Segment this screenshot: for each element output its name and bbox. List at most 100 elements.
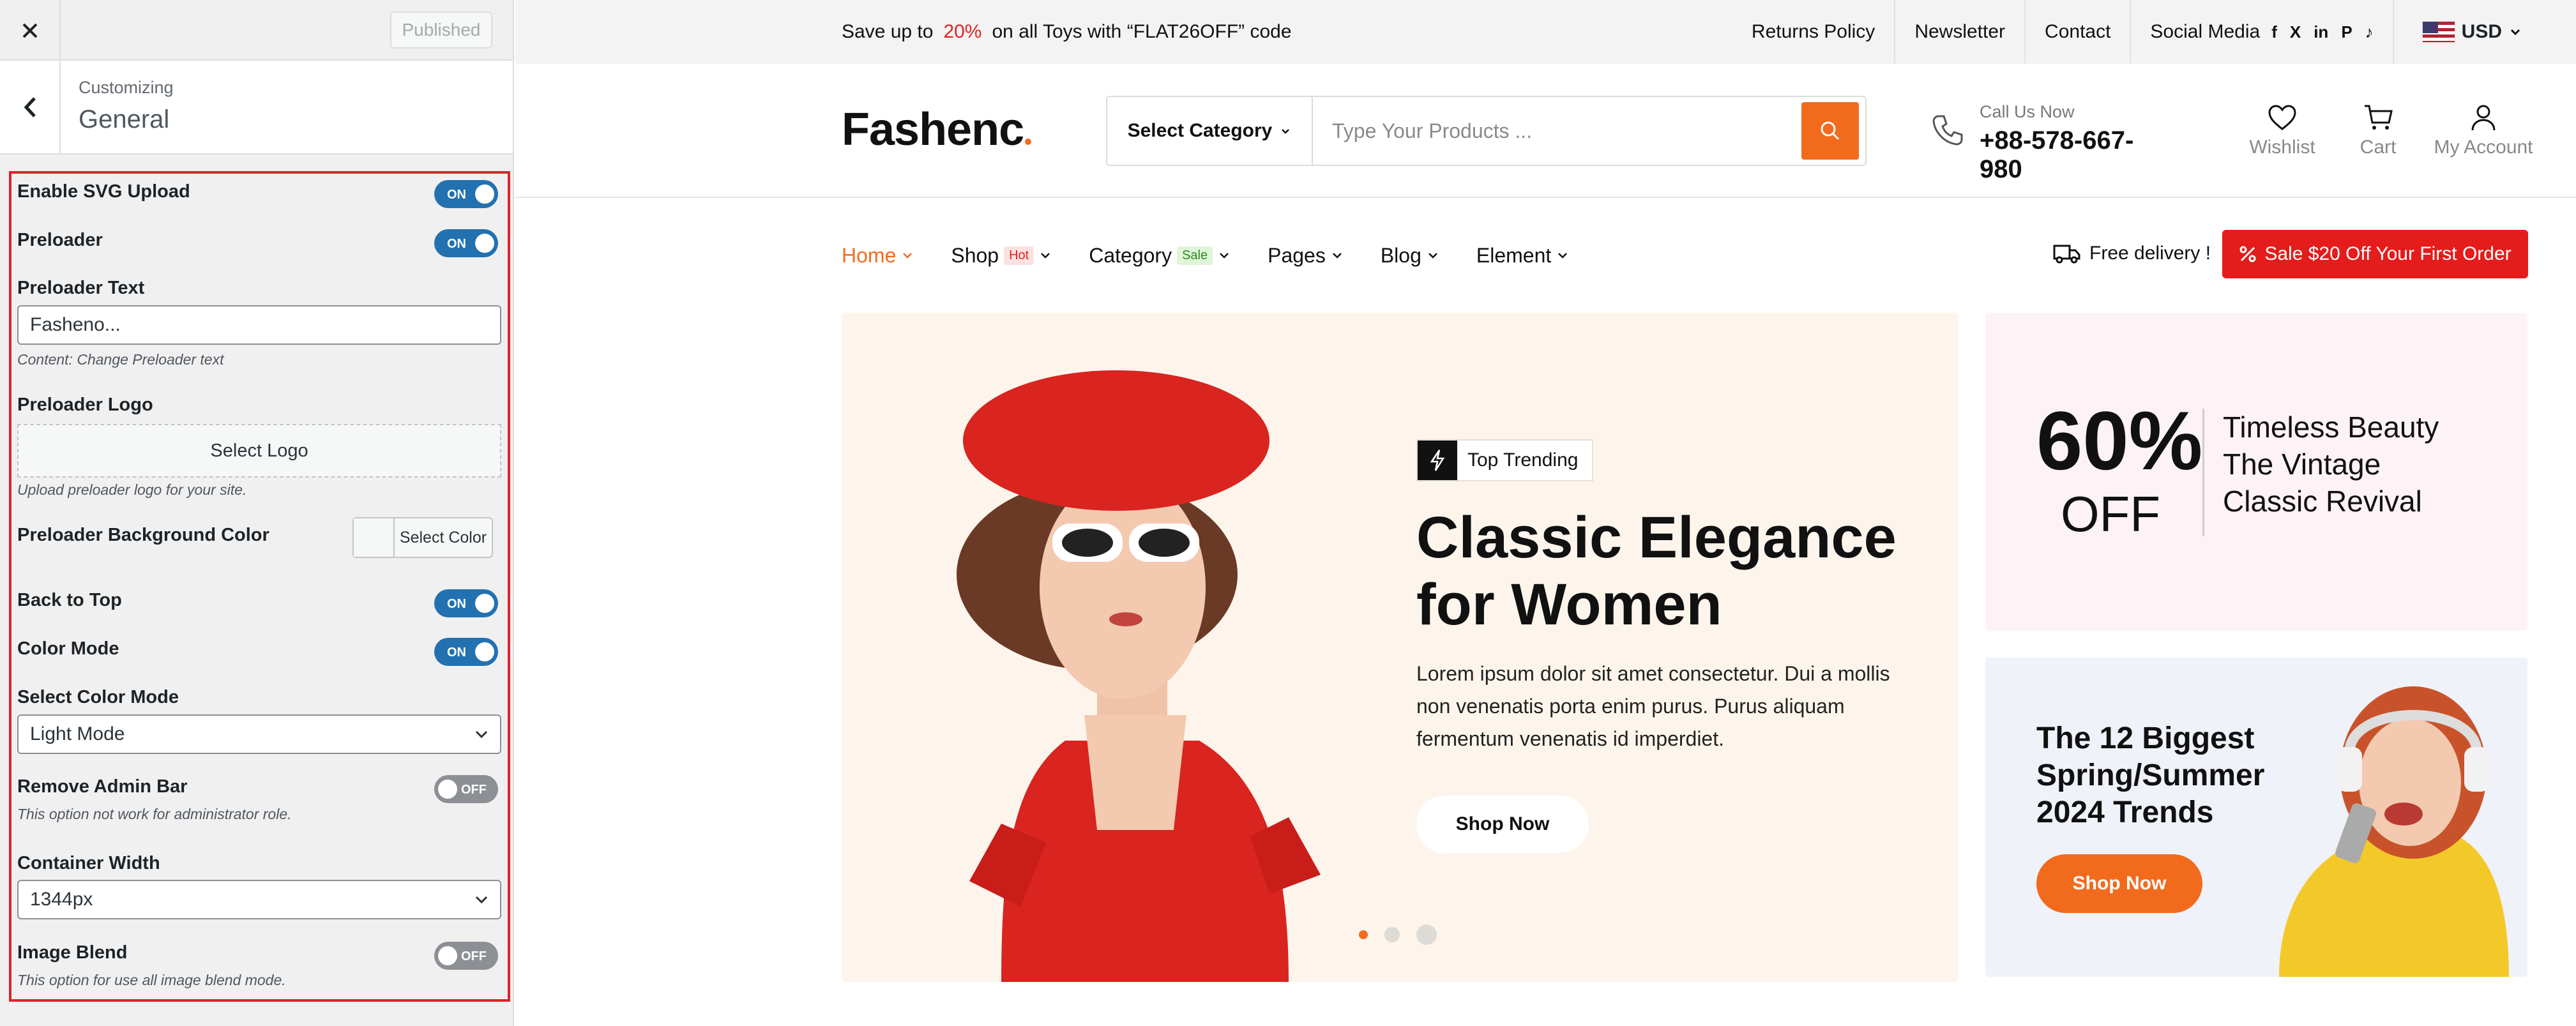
- banner-text: Timeless Beauty The Vintage Classic Revi…: [2223, 411, 2439, 518]
- call-label: Call Us Now: [1980, 102, 2075, 121]
- chevron-down-icon: [1041, 253, 1050, 259]
- nav-home[interactable]: Home: [842, 244, 914, 268]
- customizing-label: Customizing: [79, 78, 174, 97]
- free-delivery-label: Free delivery !: [2089, 243, 2211, 264]
- color-mode-select[interactable]: Light Mode: [17, 714, 501, 754]
- phone-icon: [1932, 115, 1963, 146]
- nav-element[interactable]: Element: [1476, 244, 1569, 268]
- cart-icon: [2365, 105, 2393, 130]
- heart-icon: [2268, 105, 2296, 130]
- nav-shop[interactable]: Shop Hot: [951, 244, 1052, 268]
- svg-upload-toggle[interactable]: ON: [434, 180, 498, 208]
- hero-shop-now-button[interactable]: Shop Now: [1416, 796, 1589, 853]
- container-width-select[interactable]: 1344px: [17, 880, 501, 919]
- remove-admin-bar-toggle[interactable]: OFF: [434, 775, 498, 803]
- top-trending-label: Top Trending: [1467, 449, 1579, 471]
- close-icon: [22, 23, 37, 38]
- pinterest-icon[interactable]: P: [2341, 22, 2352, 42]
- chevron-down-icon: [1220, 253, 1229, 259]
- select-logo-button[interactable]: Select Logo: [17, 424, 501, 478]
- container-width-value: 1344px: [30, 889, 93, 910]
- customizer-topbar: Published: [0, 0, 513, 61]
- truck-icon: [2053, 245, 2080, 264]
- image-blend-note: This option for use all image blend mode…: [17, 972, 286, 988]
- slider-dots: [1359, 924, 1437, 945]
- category-select-label: Select Category: [1127, 120, 1273, 141]
- search-input[interactable]: Type Your Products ...: [1313, 119, 1801, 143]
- sale-badge: Sale: [1177, 246, 1213, 265]
- back-button[interactable]: [0, 61, 61, 153]
- returns-policy-link[interactable]: Returns Policy: [1732, 0, 1896, 64]
- call-us[interactable]: Call Us Now +88-578-667-980: [1930, 102, 2134, 183]
- top-links: Returns Policy Newsletter Contact Social…: [1732, 0, 2576, 64]
- promo-before: Save up to: [842, 21, 934, 42]
- select-color-button[interactable]: Select Color: [352, 517, 493, 558]
- nav-blog[interactable]: Blog: [1381, 244, 1439, 268]
- published-button[interactable]: Published: [390, 11, 492, 49]
- category-select[interactable]: Select Category: [1107, 97, 1313, 165]
- promo-percent: 20%: [943, 21, 982, 42]
- customizer-section-header: Customizing General: [0, 61, 513, 155]
- select-color-label: Select Color: [399, 528, 487, 547]
- promo-after: on all Toys with “FLAT26OFF” code: [992, 21, 1292, 42]
- hero-model-image: [957, 370, 1321, 982]
- chevron-left-icon: [24, 96, 36, 117]
- linkedin-icon[interactable]: in: [2314, 22, 2328, 42]
- cart-link[interactable]: Cart: [2349, 102, 2407, 158]
- back-to-top-label: Back to Top: [17, 590, 122, 610]
- free-delivery: Free delivery !: [2052, 243, 2211, 264]
- preloader-text-note: Content: Change Preloader text: [17, 351, 224, 368]
- site-logo[interactable]: Fashenc: [842, 103, 1032, 156]
- wishlist-label: Wishlist: [2249, 137, 2315, 158]
- image-blend-label: Image Blend: [17, 942, 128, 963]
- hero-description: Lorem ipsum dolor sit amet consectetur. …: [1416, 662, 1890, 750]
- preloader-text-input[interactable]: Fasheno...: [17, 305, 501, 345]
- my-account-link[interactable]: My Account: [2432, 102, 2534, 158]
- remove-admin-bar-label: Remove Admin Bar: [17, 776, 188, 797]
- close-button[interactable]: [0, 0, 61, 61]
- top-trending-tag: Top Trending: [1416, 439, 1594, 481]
- newsletter-link[interactable]: Newsletter: [1895, 0, 2026, 64]
- hot-badge: Hot: [1004, 246, 1034, 265]
- nav-pages[interactable]: Pages: [1268, 244, 1344, 268]
- container-width-label: Container Width: [17, 853, 160, 873]
- preloader-text-label: Preloader Text: [17, 278, 145, 298]
- my-account-label: My Account: [2434, 137, 2533, 158]
- x-icon[interactable]: X: [2290, 22, 2301, 42]
- color-mode-value: Light Mode: [30, 723, 125, 744]
- preloader-toggle[interactable]: ON: [434, 229, 498, 257]
- call-number: +88-578-667-980: [1980, 126, 2134, 183]
- select-color-mode-label: Select Color Mode: [17, 687, 179, 707]
- search-button[interactable]: [1801, 102, 1859, 160]
- user-icon: [2471, 105, 2496, 131]
- trends-title: The 12 Biggest Spring/Summer 2024 Trends: [2036, 721, 2265, 829]
- trends-shop-now-button[interactable]: Shop Now: [2036, 854, 2202, 913]
- chevron-down-icon: [475, 896, 488, 904]
- percent-icon: [2239, 246, 2256, 262]
- social-media-label: Social Media: [2150, 21, 2261, 42]
- contact-link[interactable]: Contact: [2026, 0, 2132, 64]
- slider-dot-1[interactable]: [1359, 930, 1368, 939]
- back-to-top-toggle[interactable]: ON: [434, 589, 498, 617]
- currency-select[interactable]: USD: [2394, 0, 2576, 64]
- banner-off: OFF: [2061, 486, 2160, 542]
- search-icon: [1821, 121, 1840, 140]
- slider-dot-2[interactable]: [1384, 927, 1400, 942]
- slider-dot-3[interactable]: [1416, 924, 1437, 945]
- facebook-icon[interactable]: f: [2271, 22, 2277, 42]
- nav-category[interactable]: Category Sale: [1089, 244, 1231, 268]
- preloader-bg-label: Preloader Background Color: [17, 525, 269, 545]
- promo-banner-trends: The 12 Biggest Spring/Summer 2024 Trends…: [1985, 658, 2527, 977]
- cart-label: Cart: [2360, 137, 2397, 158]
- wishlist-link[interactable]: Wishlist: [2247, 102, 2317, 158]
- sale-offer-button[interactable]: Sale $20 Off Your First Order: [2222, 230, 2528, 278]
- general-options-panel: Enable SVG Upload ON Preloader ON Preloa…: [9, 171, 510, 1002]
- bolt-icon: [1418, 441, 1457, 480]
- remove-admin-bar-note: This option not work for administrator r…: [17, 806, 292, 822]
- tiktok-icon[interactable]: ♪: [2365, 22, 2374, 42]
- color-swatch: [354, 518, 395, 557]
- color-mode-toggle[interactable]: ON: [434, 638, 498, 666]
- promo-banner-discount[interactable]: 60% OFF Timeless Beauty The Vintage Clas…: [1985, 313, 2527, 631]
- image-blend-toggle[interactable]: OFF: [434, 942, 498, 970]
- top-bar: Save up to 20% on all Toys with “FLAT26O…: [515, 0, 2576, 64]
